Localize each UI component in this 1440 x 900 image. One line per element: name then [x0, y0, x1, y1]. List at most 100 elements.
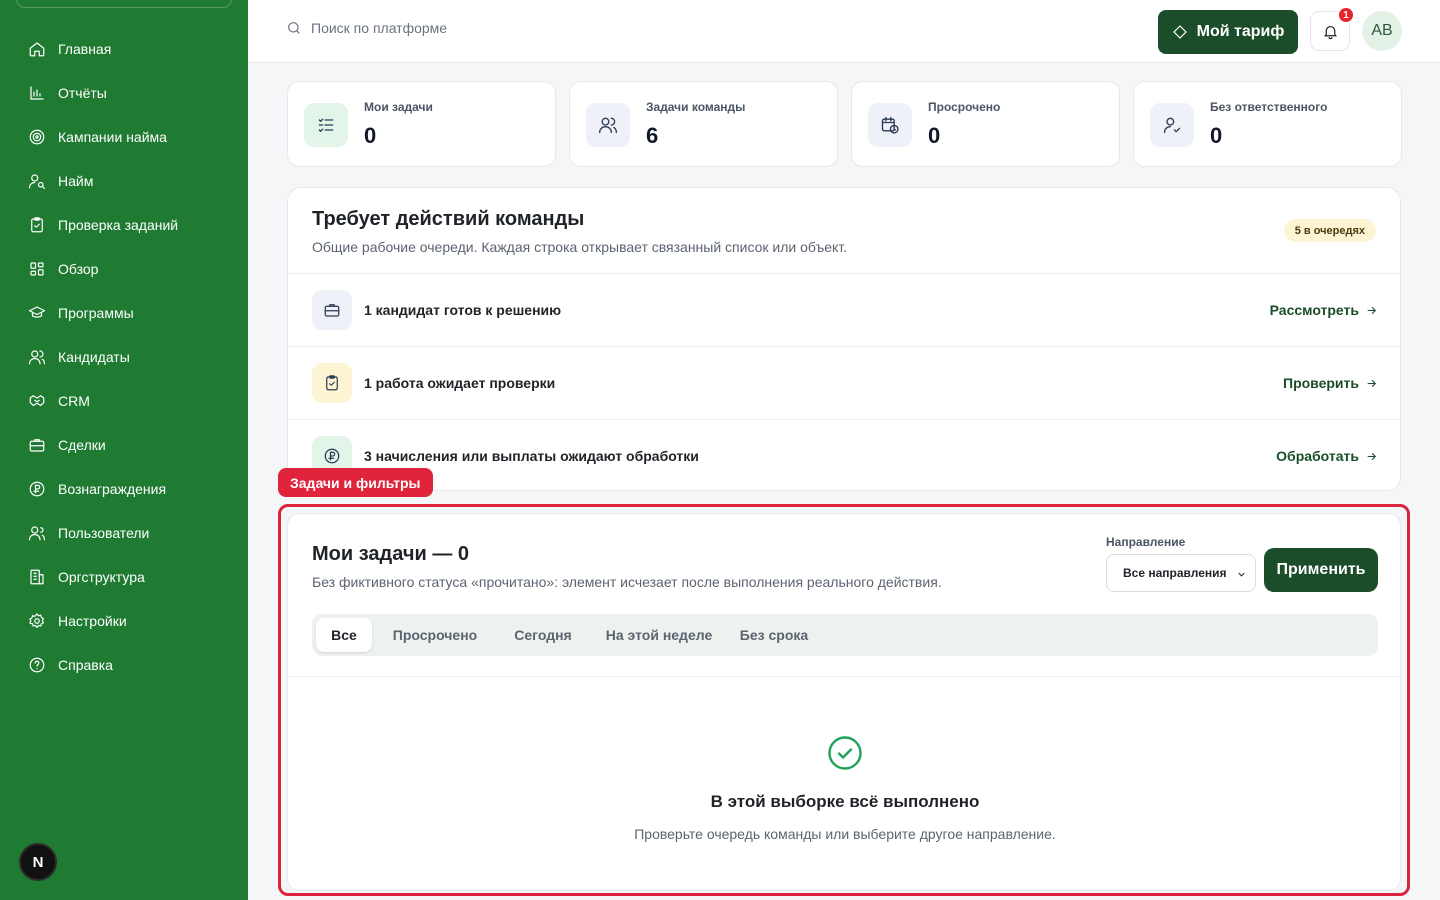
apply-button[interactable]: Применить	[1264, 548, 1378, 592]
clipboard-check-icon	[326, 375, 338, 391]
search-input[interactable]: Поиск по платформе	[286, 20, 447, 36]
divider	[288, 676, 1400, 677]
check-link[interactable]: Проверить	[1283, 375, 1378, 391]
sidebar-item-settings[interactable]: Настройки	[0, 599, 248, 643]
stat-card-my-tasks[interactable]: Мои задачи 0	[287, 81, 556, 167]
process-link[interactable]: Обработать	[1276, 448, 1378, 464]
stat-label: Мои задачи	[364, 100, 433, 114]
row-text: 1 кандидат готов к решению	[364, 302, 562, 318]
target-icon	[28, 128, 46, 146]
avatar[interactable]: AB	[1362, 11, 1402, 51]
graduation-cap-icon	[28, 304, 46, 322]
coin-icon	[324, 448, 340, 464]
my-plan-label: Мой тариф	[1196, 23, 1285, 40]
diamond-icon	[1172, 25, 1187, 39]
gear-icon	[28, 612, 46, 630]
sidebar-item-label: Обзор	[58, 261, 99, 277]
tab-all[interactable]: Все	[316, 618, 372, 652]
sidebar-item-label: Кандидаты	[58, 349, 130, 365]
sidebar-item-label: Отчёты	[58, 85, 107, 101]
stat-card-team-tasks[interactable]: Задачи команды 6	[569, 81, 838, 167]
briefcase-icon	[28, 436, 46, 454]
handshake-icon	[28, 392, 46, 410]
sidebar-item-crm[interactable]: CRM	[0, 379, 248, 423]
chevron-down-icon	[1238, 572, 1245, 577]
highlight-label: Задачи и фильтры	[278, 468, 433, 497]
sidebar-item-label: Сделки	[58, 437, 106, 453]
user-group-icon	[28, 524, 46, 542]
direction-label: Направление	[1106, 535, 1186, 549]
bar-chart-icon	[28, 84, 46, 102]
direction-value: Все направления	[1123, 566, 1227, 580]
sidebar-item-programs[interactable]: Программы	[0, 291, 248, 335]
check-circle-icon	[827, 735, 863, 771]
team-queue-row[interactable]: 1 работа ожидает проверки Проверить	[288, 346, 1400, 419]
sidebar-item-label: Вознаграждения	[58, 481, 167, 497]
sidebar-item-label: Кампании найма	[58, 129, 167, 145]
sidebar-item-task-review[interactable]: Проверка заданий	[0, 203, 248, 247]
stat-value: 6	[646, 123, 659, 148]
sidebar-item-help[interactable]: Справка	[0, 643, 248, 687]
stat-icon-box	[304, 103, 348, 147]
sidebar-item-label: Найм	[58, 173, 94, 189]
sidebar-item-users[interactable]: Пользователи	[0, 511, 248, 555]
arrow-right-icon	[1367, 306, 1377, 314]
user-search-icon	[28, 172, 46, 190]
sidebar-item-deals[interactable]: Сделки	[0, 423, 248, 467]
workspace-switcher[interactable]	[16, 0, 232, 8]
sidebar: Главная Отчёты Кампании найма Найм Прове…	[0, 0, 248, 900]
my-tasks-subtitle: Без фиктивного статуса «прочитано»: элем…	[312, 574, 942, 590]
search-icon	[288, 22, 300, 34]
sidebar-item-org-structure[interactable]: Оргструктура	[0, 555, 248, 599]
team-queue-row[interactable]: 3 начисления или выплаты ожидают обработ…	[288, 419, 1400, 490]
help-circle-icon	[28, 656, 46, 674]
briefcase-icon	[324, 304, 340, 317]
coin-icon	[28, 480, 46, 498]
sidebar-item-label: Пользователи	[58, 525, 150, 541]
stat-icon-box	[868, 103, 912, 147]
team-queue-row[interactable]: 1 кандидат готов к решению Рассмотреть	[288, 273, 1400, 346]
row-action-label: Обработать	[1276, 448, 1359, 464]
my-tasks-title: Мои задачи — 0	[312, 543, 469, 565]
sidebar-item-label: Проверка заданий	[58, 217, 179, 233]
sidebar-item-label: Справка	[58, 657, 113, 673]
sidebar-item-reports[interactable]: Отчёты	[0, 71, 248, 115]
team-actions-subtitle: Общие рабочие очереди. Каждая строка отк…	[312, 239, 848, 255]
sidebar-item-label: Программы	[58, 305, 134, 321]
notification-count-badge: 1	[1337, 6, 1355, 24]
team-actions-card: Требует действий команды Общие рабочие о…	[287, 187, 1401, 491]
tab-this-week[interactable]: На этой неделе	[596, 618, 722, 652]
my-plan-button[interactable]: Мой тариф	[1158, 10, 1298, 54]
empty-state-subtitle: Проверьте очередь команды или выберите д…	[634, 826, 1056, 842]
clipboard-check-icon	[28, 216, 46, 234]
stat-card-unassigned[interactable]: Без ответственного 0	[1133, 81, 1402, 167]
stat-card-overdue[interactable]: Просрочено 0	[851, 81, 1120, 167]
arrow-right-icon	[1367, 379, 1377, 387]
review-link[interactable]: Рассмотреть	[1270, 302, 1378, 318]
sidebar-nav: Главная Отчёты Кампании найма Найм Прове…	[0, 27, 248, 687]
stat-value: 0	[1210, 123, 1223, 148]
sidebar-item-overview[interactable]: Обзор	[0, 247, 248, 291]
tab-no-deadline[interactable]: Без срока	[732, 618, 816, 652]
row-icon-box	[312, 290, 352, 330]
list-check-icon	[318, 118, 334, 132]
sidebar-item-campaigns[interactable]: Кампании найма	[0, 115, 248, 159]
sidebar-item-hiring[interactable]: Найм	[0, 159, 248, 203]
row-text: 3 начисления или выплаты ожидают обработ…	[364, 448, 699, 464]
tab-today[interactable]: Сегодня	[500, 618, 586, 652]
grid-icon	[28, 260, 46, 278]
app-logo-badge[interactable]: N	[19, 843, 57, 881]
stat-icon-box	[1150, 103, 1194, 147]
stat-value: 0	[928, 123, 941, 148]
sidebar-item-home[interactable]: Главная	[0, 27, 248, 71]
sidebar-item-label: Главная	[58, 41, 112, 57]
empty-state-title: В этой выборке всё выполнено	[710, 792, 980, 811]
stat-value: 0	[364, 123, 377, 148]
sidebar-item-rewards[interactable]: Вознаграждения	[0, 467, 248, 511]
tab-overdue[interactable]: Просрочено	[380, 618, 490, 652]
sidebar-item-candidates[interactable]: Кандидаты	[0, 335, 248, 379]
row-text: 1 работа ожидает проверки	[364, 375, 556, 391]
direction-select[interactable]: Все направления	[1106, 554, 1256, 592]
users-icon	[28, 348, 46, 366]
bell-icon	[1323, 25, 1337, 39]
